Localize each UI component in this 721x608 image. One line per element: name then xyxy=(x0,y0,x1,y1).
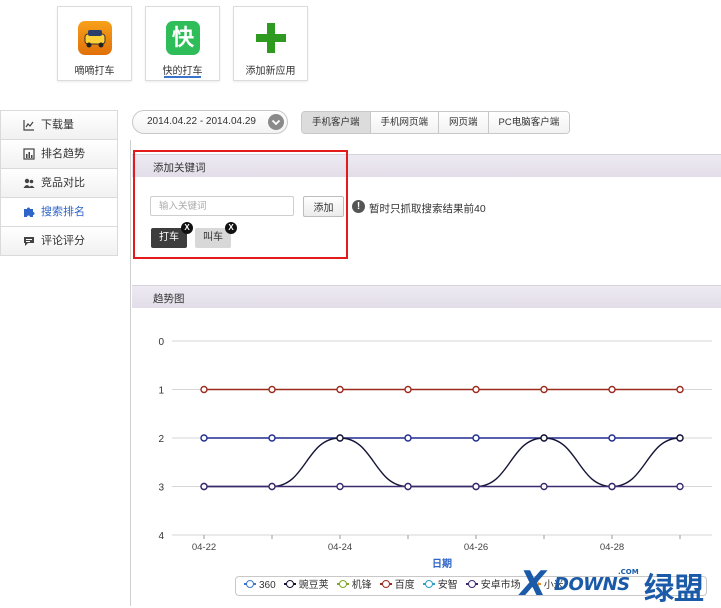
tab-mobile-client[interactable]: 手机客户端 xyxy=(302,112,371,133)
legend-label: 百度 xyxy=(394,580,415,591)
app-tile-didi[interactable]: 嘀嘀打车 xyxy=(57,6,132,81)
x-tick-label: 04-22 xyxy=(192,542,216,553)
data-point xyxy=(336,482,344,491)
tab-pc-client[interactable]: PC电脑客户端 xyxy=(488,112,570,133)
tab-mobile-web[interactable]: 手机网页端 xyxy=(370,112,440,133)
data-point xyxy=(268,434,276,442)
x-tick-label: 04-26 xyxy=(464,542,488,553)
legend-item[interactable]: 豌豆荚 xyxy=(283,577,329,595)
legend-item[interactable]: 安卓市场 xyxy=(465,577,521,595)
plus-icon xyxy=(254,21,288,55)
app-tile-label: 嘀嘀打车 xyxy=(74,66,115,77)
data-point xyxy=(404,385,412,394)
data-point xyxy=(404,434,412,442)
data-point xyxy=(404,482,412,491)
downs-watermark-logo: X DOWNS .COM 绿盟 xyxy=(520,564,704,607)
date-range-picker[interactable]: 2014.04.22 - 2014.04.29 xyxy=(132,110,288,134)
x-tick-label: 04-24 xyxy=(328,542,352,553)
trend-panel-header: 趋势图 xyxy=(132,285,721,308)
puzzle-icon xyxy=(24,207,35,217)
data-point xyxy=(200,434,208,442)
legend-marker xyxy=(244,579,256,589)
data-point xyxy=(472,385,480,394)
sidebar-item-competitor[interactable]: 竞品对比 xyxy=(0,168,118,197)
search-limit-note: 暂时只抓取搜索结果前40 xyxy=(369,203,486,215)
line-chart-icon xyxy=(23,120,34,131)
bar-chart-icon xyxy=(23,148,35,160)
users-icon xyxy=(23,178,35,188)
sidebar-item-label: 评论评分 xyxy=(41,235,85,247)
data-point xyxy=(268,482,276,491)
sidebar-item-label: 下载量 xyxy=(41,119,74,131)
sidebar-item-search-rank[interactable]: 搜索排名 xyxy=(0,197,118,226)
legend-label: 安卓市场 xyxy=(480,580,521,591)
legend-marker xyxy=(336,579,349,589)
sidebar-item-reviews[interactable]: 评论评分 xyxy=(0,226,118,256)
data-point xyxy=(608,385,616,394)
kuaidi-icon-glyph: 快 xyxy=(171,25,194,50)
y-tick-label: 1 xyxy=(158,386,164,397)
trend-panel-title: 趋势图 xyxy=(153,293,185,305)
x-axis-label: 日期 xyxy=(432,557,452,570)
active-app-underline xyxy=(164,76,201,78)
data-point xyxy=(608,434,616,442)
sidebar-item-rank-trend[interactable]: 排名趋势 xyxy=(0,139,118,168)
keyword-highlight-box xyxy=(133,150,348,259)
sidebar: 下载量 排名趋势 竞品对比 搜索排名 评论评分 xyxy=(0,110,118,256)
legend-label: 机锋 xyxy=(351,580,372,591)
legend-marker xyxy=(283,579,296,589)
legend-item[interactable]: 安智 xyxy=(422,577,458,595)
info-icon: ! xyxy=(352,200,365,213)
data-point xyxy=(676,482,684,491)
comment-icon xyxy=(24,237,34,246)
data-point xyxy=(336,385,344,394)
legend-marker xyxy=(379,579,392,589)
taxi-app-icon xyxy=(78,21,112,55)
data-point xyxy=(540,434,548,442)
y-tick-label: 0 xyxy=(158,337,164,348)
date-range-text: 2014.04.22 - 2014.04.29 xyxy=(147,116,256,127)
data-point xyxy=(540,385,548,394)
tab-web[interactable]: 网页端 xyxy=(439,112,489,133)
data-point xyxy=(200,482,208,491)
data-point xyxy=(200,385,208,394)
sidebar-item-label: 竞品对比 xyxy=(41,177,85,189)
data-point xyxy=(676,434,684,442)
chevron-down-icon xyxy=(268,114,284,130)
data-point xyxy=(472,434,480,442)
y-tick-label: 2 xyxy=(158,434,164,445)
trend-chart: 0 1 2 3 4 04-22 04-24 04-26 04-28 日期 xyxy=(158,337,712,570)
legend-label: 360 xyxy=(259,580,276,591)
data-point xyxy=(472,482,480,491)
app-tile-label: 添加新应用 xyxy=(245,66,296,77)
sidebar-item-label: 搜索排名 xyxy=(41,206,85,218)
kuaidi-app-icon: 快 xyxy=(166,21,200,55)
data-point xyxy=(540,482,548,491)
sidebar-item-downloads[interactable]: 下载量 xyxy=(0,110,118,139)
sidebar-item-label: 排名趋势 xyxy=(41,148,85,160)
legend-marker xyxy=(422,579,435,589)
legend-item[interactable]: 机锋 xyxy=(336,577,372,595)
series-line xyxy=(203,437,681,488)
data-point xyxy=(676,385,684,394)
content-divider xyxy=(130,140,131,606)
legend-label: 豌豆荚 xyxy=(298,580,329,591)
legend-item[interactable]: 百度 xyxy=(379,577,415,595)
y-tick-label: 4 xyxy=(158,531,164,542)
platform-tabs: 手机客户端 手机网页端 网页端 PC电脑客户端 xyxy=(301,111,571,134)
legend-label: 安智 xyxy=(437,580,458,591)
add-app-tile[interactable]: 添加新应用 xyxy=(233,6,308,81)
data-point xyxy=(336,434,344,442)
y-tick-label: 3 xyxy=(158,483,164,494)
data-point xyxy=(268,385,276,394)
x-tick-label: 04-28 xyxy=(600,542,624,553)
data-point xyxy=(608,482,616,491)
legend-item[interactable]: 360 xyxy=(244,577,276,595)
app-tile-label: 快的打车 xyxy=(162,66,203,77)
legend-marker xyxy=(465,579,478,589)
app-tile-kuaidi[interactable]: 快 快的打车 xyxy=(145,6,220,81)
